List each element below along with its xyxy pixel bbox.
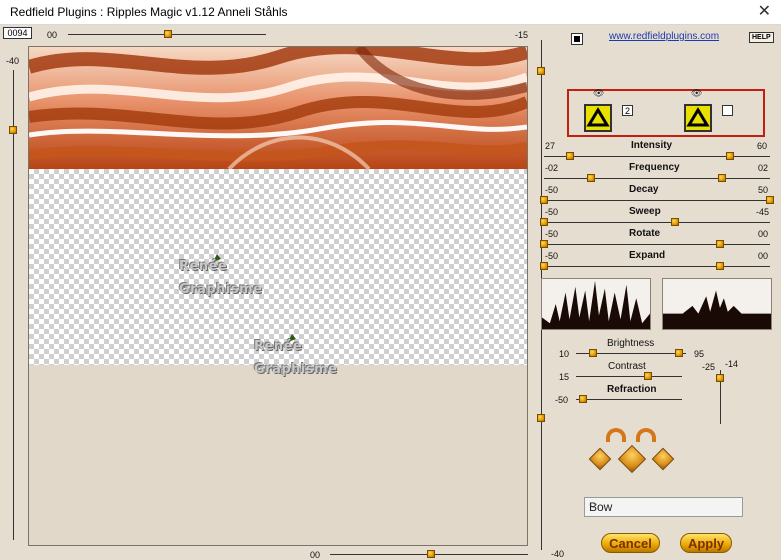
intensity-label: Intensity: [631, 140, 673, 151]
expand-min: -50: [545, 251, 559, 261]
ripple-preview-image: [29, 47, 527, 169]
rotate-left-arrow-icon[interactable]: [606, 428, 626, 442]
layer-thumb-2[interactable]: [684, 104, 712, 132]
sweep-thumb-left[interactable]: [540, 218, 548, 226]
layers-panel: 👁 2 👁: [567, 88, 765, 137]
transparency-area: [29, 169, 527, 365]
intensity-max: 60: [757, 141, 768, 151]
window-title: Redfield Plugins : Ripples Magic v1.12 A…: [10, 5, 288, 19]
triangle-icon: [686, 107, 710, 127]
value-box[interactable]: 0094: [3, 27, 32, 39]
help-button[interactable]: HELP: [749, 32, 774, 43]
expand-thumb-right[interactable]: [716, 262, 724, 270]
triangle-icon: [586, 107, 610, 127]
website-link[interactable]: www.redfieldplugins.com: [609, 31, 719, 42]
frequency-thumb-left[interactable]: [587, 174, 595, 182]
expand-track[interactable]: [544, 266, 770, 267]
ripple-type-select[interactable]: Bow ⌵: [584, 497, 743, 517]
refraction-track[interactable]: [576, 399, 682, 400]
brightness-max: 95: [694, 349, 705, 359]
bottom-slider-thumb[interactable]: [427, 550, 435, 558]
intensity-track[interactable]: [544, 156, 770, 157]
left-vertical-track[interactable]: [13, 70, 14, 540]
contrast-min: 15: [559, 372, 570, 382]
decay-max: 50: [758, 185, 769, 195]
layer-checkbox[interactable]: [722, 105, 733, 116]
vertical-pair-right: -14: [725, 359, 739, 369]
watermark-line2: Graphisme: [179, 282, 263, 297]
color-swatch[interactable]: [571, 33, 583, 45]
frequency-min: -02: [545, 163, 559, 173]
brightness-min: 10: [559, 349, 570, 359]
vertical-slider-thumb[interactable]: [716, 374, 724, 382]
vertical-pair-left: -25: [702, 362, 716, 372]
close-icon[interactable]: ✕: [758, 1, 771, 21]
intensity-min: 27: [545, 141, 556, 151]
rotate-min: -50: [545, 229, 559, 239]
dice-icon[interactable]: [651, 447, 675, 471]
left-vertical-value: -40: [6, 56, 20, 66]
rotate-label: Rotate: [629, 228, 661, 239]
intensity-thumb-left[interactable]: [566, 152, 574, 160]
contrast-thumb[interactable]: [644, 372, 652, 380]
sweep-min: -50: [545, 207, 559, 217]
top-right-value: -15: [515, 30, 529, 40]
watermark-line2: Graphisme: [254, 362, 338, 377]
rotate-thumb-right[interactable]: [716, 240, 724, 248]
sweep-track[interactable]: [544, 222, 770, 223]
expand-max: 00: [758, 251, 769, 261]
preview-canvas[interactable]: Renée Graphisme Renée Graphisme: [28, 46, 528, 546]
rotate-thumb-left[interactable]: [540, 240, 548, 248]
decay-thumb-left[interactable]: [540, 196, 548, 204]
sweep-label: Sweep: [629, 206, 661, 217]
decay-min: -50: [545, 185, 559, 195]
title-bar: Redfield Plugins : Ripples Magic v1.12 A…: [0, 0, 781, 25]
waveform-preview-right: [662, 278, 772, 330]
apply-button[interactable]: Apply: [680, 533, 732, 553]
eye-icon[interactable]: 👁: [691, 88, 702, 99]
layer-number-box[interactable]: 2: [622, 105, 633, 116]
eye-icon[interactable]: 👁: [593, 88, 604, 99]
brightness-label: Brightness: [607, 338, 655, 349]
frequency-label: Frequency: [629, 162, 680, 173]
intensity-thumb-right[interactable]: [726, 152, 734, 160]
brightness-thumb-right[interactable]: [675, 349, 683, 357]
brightness-thumb-left[interactable]: [589, 349, 597, 357]
refraction-min: -50: [555, 395, 569, 405]
layer-thumb-1[interactable]: [584, 104, 612, 132]
sweep-max: -45: [756, 207, 770, 217]
rotate-track[interactable]: [544, 244, 770, 245]
decay-track[interactable]: [544, 200, 770, 201]
rotate-max: 00: [758, 229, 769, 239]
rotate-right-arrow-icon[interactable]: [636, 428, 656, 442]
right-vertical-thumb-bottom[interactable]: [537, 414, 545, 422]
sweep-thumb-right[interactable]: [671, 218, 679, 226]
frequency-max: 02: [758, 163, 769, 173]
chevron-down-icon: ⌵: [589, 499, 598, 511]
frequency-thumb-right[interactable]: [718, 174, 726, 182]
refraction-label: Refraction: [607, 384, 657, 395]
refraction-thumb[interactable]: [579, 395, 587, 403]
waveform-preview-left: [541, 278, 651, 330]
top-slider-thumb[interactable]: [164, 30, 172, 38]
expand-thumb-left[interactable]: [540, 262, 548, 270]
watermark-line1: Renée: [179, 259, 228, 274]
left-vertical-thumb[interactable]: [9, 126, 17, 134]
contrast-track[interactable]: [576, 376, 682, 377]
dice-icon[interactable]: [588, 447, 612, 471]
cancel-button[interactable]: Cancel: [601, 533, 660, 553]
frequency-track[interactable]: [544, 178, 770, 179]
expand-label: Expand: [629, 250, 666, 261]
randomize-dice-icon[interactable]: [617, 444, 647, 474]
right-vertical-thumb-top[interactable]: [537, 67, 545, 75]
top-slider-min: 00: [47, 30, 58, 40]
decay-thumb-right[interactable]: [766, 196, 774, 204]
decay-label: Decay: [629, 184, 659, 195]
contrast-label: Contrast: [608, 361, 646, 372]
bottom-slider-value: 00: [310, 550, 321, 560]
watermark-line1: Renée: [254, 339, 303, 354]
